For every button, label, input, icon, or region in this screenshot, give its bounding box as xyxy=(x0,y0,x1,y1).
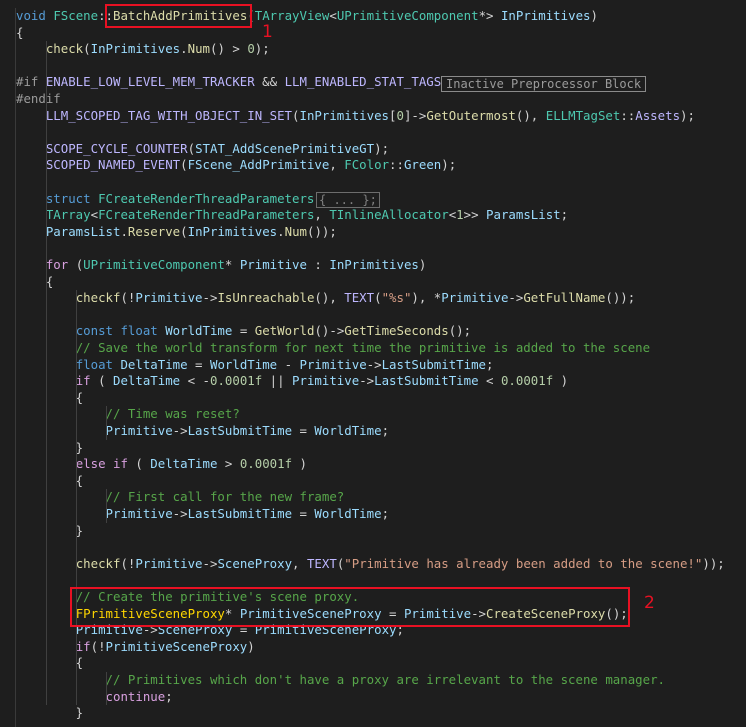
code-text: for (UPrimitiveComponent* Primitive : In… xyxy=(45,257,427,272)
code-line[interactable]: if(!PrimitiveSceneProxy) xyxy=(0,639,746,656)
code-text: TArray<FCreateRenderThreadParameters, TI… xyxy=(45,207,569,223)
code-text: } xyxy=(16,705,84,721)
code-text: checkf(!Primitive->IsUnreachable(), TEXT… xyxy=(75,290,636,306)
code-text: #endif xyxy=(16,91,61,106)
code-text: // Primitives which don't have a proxy a… xyxy=(105,672,666,687)
code-line[interactable]: SCOPED_NAMED_EVENT(FScene_AddPrimitive, … xyxy=(0,157,746,174)
code-line[interactable] xyxy=(0,307,746,324)
code-line[interactable] xyxy=(0,174,746,191)
code-line[interactable]: Primitive->LastSubmitTime = WorldTime; xyxy=(0,506,746,523)
code-line[interactable]: } xyxy=(0,440,746,457)
code-line[interactable]: ParamsList.Reserve(InPrimitives.Num()); xyxy=(0,224,746,241)
code-line[interactable]: // First call for the new frame? xyxy=(0,489,746,506)
code-line[interactable] xyxy=(0,539,746,556)
code-line[interactable]: checkf(!Primitive->IsUnreachable(), TEXT… xyxy=(0,290,746,307)
code-text: ParamsList.Reserve(InPrimitives.Num()); xyxy=(45,223,337,239)
inactive-preprocessor-block-tag: Inactive Preprocessor Block xyxy=(441,76,647,92)
code-line[interactable]: SCOPE_CYCLE_COUNTER(STAT_AddScenePrimiti… xyxy=(0,141,746,158)
code-text: } xyxy=(16,522,84,538)
code-text: continue; xyxy=(105,688,173,704)
code-line[interactable] xyxy=(0,124,746,141)
code-text: SCOPED_NAMED_EVENT(FScene_AddPrimitive, … xyxy=(45,157,457,173)
code-text: { xyxy=(16,24,24,40)
indent-guide xyxy=(106,489,107,523)
code-line[interactable]: { xyxy=(0,274,746,291)
code-line[interactable]: { xyxy=(0,655,746,672)
code-text: SCOPE_CYCLE_COUNTER(STAT_AddScenePrimiti… xyxy=(45,140,390,156)
code-editor[interactable]: void FScene::BatchAddPrimitives(TArrayVi… xyxy=(0,0,746,727)
code-text: float DeltaTime = WorldTime - Primitive-… xyxy=(75,356,494,372)
code-line[interactable]: Primitive->LastSubmitTime = WorldTime; xyxy=(0,423,746,440)
code-text: } xyxy=(16,439,84,455)
code-line[interactable]: } xyxy=(0,705,746,722)
code-line[interactable]: // Save the world transform for next tim… xyxy=(0,340,746,357)
annotation-box-2 xyxy=(70,587,630,627)
code-line[interactable]: LLM_SCOPED_TAG_WITH_OBJECT_IN_SET(InPrim… xyxy=(0,108,746,125)
code-line[interactable] xyxy=(0,240,746,257)
annotation-box-1 xyxy=(105,4,252,28)
code-text: { xyxy=(16,655,84,671)
code-line[interactable]: if ( DeltaTime < -0.0001f || Primitive->… xyxy=(0,373,746,390)
annotation-label-2: 2 xyxy=(644,593,655,613)
code-text: Primitive->LastSubmitTime = WorldTime; xyxy=(105,506,390,521)
code-line[interactable]: TArray<FCreateRenderThreadParameters, TI… xyxy=(0,207,746,224)
code-line[interactable]: const float WorldTime = GetWorld()->GetT… xyxy=(0,323,746,340)
code-line[interactable]: else if ( DeltaTime > 0.0001f ) xyxy=(0,456,746,473)
code-line[interactable]: // Primitives which don't have a proxy a… xyxy=(0,672,746,689)
code-text: checkf(!Primitive->SceneProxy, TEXT("Pri… xyxy=(75,555,725,571)
code-text: const float WorldTime = GetWorld()->GetT… xyxy=(75,323,472,339)
code-text: check(InPrimitives.Num() > 0); xyxy=(45,41,270,57)
code-line[interactable]: checkf(!Primitive->SceneProxy, TEXT("Pri… xyxy=(0,556,746,573)
code-text: // Save the world transform for next tim… xyxy=(75,340,651,355)
code-text: Primitive->LastSubmitTime = WorldTime; xyxy=(105,423,390,438)
code-text: LLM_SCOPED_TAG_WITH_OBJECT_IN_SET(InPrim… xyxy=(45,107,695,123)
code-line[interactable]: { xyxy=(0,390,746,407)
indent-guide xyxy=(46,41,47,706)
code-text: if ( DeltaTime < -0.0001f || Primitive->… xyxy=(75,373,569,389)
indent-guide xyxy=(76,290,77,706)
annotation-label-1: 1 xyxy=(262,22,273,42)
code-line[interactable] xyxy=(0,58,746,75)
code-line[interactable]: { xyxy=(0,473,746,490)
code-text: // First call for the new frame? xyxy=(105,489,345,505)
code-text: else if ( DeltaTime > 0.0001f ) xyxy=(75,456,307,472)
collapsed-struct-body[interactable]: { ... }; xyxy=(316,192,380,208)
code-text: { xyxy=(16,472,84,488)
code-text: if(!PrimitiveSceneProxy) xyxy=(75,638,255,654)
code-line[interactable]: continue; xyxy=(0,689,746,706)
code-line[interactable]: // Time was reset? xyxy=(0,406,746,423)
code-text: void FScene::BatchAddPrimitives(TArrayVi… xyxy=(16,8,598,23)
code-line[interactable]: #endif xyxy=(0,91,746,108)
code-text: #if ENABLE_LOW_LEVEL_MEM_TRACKER && LLM_… xyxy=(16,74,442,90)
indent-guide xyxy=(106,406,107,440)
code-line[interactable]: } xyxy=(0,523,746,540)
code-line[interactable]: float DeltaTime = WorldTime - Primitive-… xyxy=(0,357,746,374)
code-text: { xyxy=(16,273,54,289)
code-text: { xyxy=(16,389,84,405)
code-text: // Time was reset? xyxy=(105,406,240,422)
code-line[interactable]: check(InPrimitives.Num() > 0); xyxy=(0,41,746,58)
code-text: struct FCreateRenderThreadParameters xyxy=(45,190,315,206)
code-line[interactable]: for (UPrimitiveComponent* Primitive : In… xyxy=(0,257,746,274)
indent-guide xyxy=(106,672,107,706)
